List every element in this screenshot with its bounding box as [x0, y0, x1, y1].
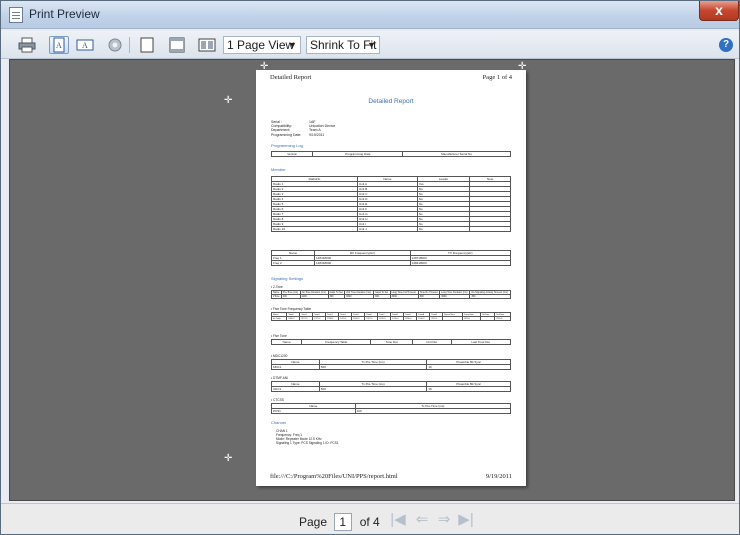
page-count: of 4 [359, 515, 380, 529]
last-page-button[interactable]: ▶| [455, 511, 477, 529]
header-footer-icon [169, 37, 185, 53]
multi-page-icon [198, 38, 216, 52]
member-table: RadioNo Name Leader Note Radio 1 Unit A Ye… [270, 176, 511, 232]
table-header-row: Name Pre-Time (ms) 1st Tone Duration (ms) G… [271, 290, 511, 295]
table-row: UDC1 500 16 [271, 386, 511, 392]
table-row: Freq 2 148418000 148418000 [270, 260, 512, 266]
table-row: Ea Table 1060.0 1197.0 1275.0 1358.0 1441.0 15… [270, 316, 511, 321]
table-header-row: Name Frequency Table Tone Dur Unit Dur Last … [270, 339, 512, 345]
page-number-input[interactable]: 1 [334, 513, 353, 531]
first-page-icon: |◀ [390, 511, 406, 528]
first-page-button[interactable]: |◀ [387, 511, 409, 529]
page-header-title: Detailed Report [270, 74, 312, 81]
arrow-right-icon: ⇒ [437, 511, 451, 528]
info-row: Programming Date: 9/19/2011 [271, 132, 325, 137]
section-programming-log: Programming Log [271, 143, 303, 148]
svg-text:A: A [56, 41, 62, 50]
chevron-down-icon: ▼ [288, 40, 297, 50]
toolbar: A A 1 Page View ▼ Shrink To Fit ▼ ? [1, 31, 739, 59]
close-button[interactable]: x [699, 1, 739, 21]
report-title: Detailed Report [368, 98, 414, 105]
channel-line: Signaling 1 Type: PCS Signaling 1 ID: PC… [276, 441, 339, 445]
bullet-dtmf-ani: • DTMF ANI [271, 376, 288, 380]
zoom-select[interactable]: Shrink To Fit ▼ [306, 36, 380, 54]
two-tone-table: Name Pre-Time (ms) 1st Tone Duration (ms) G… [271, 290, 511, 299]
previous-page-button[interactable]: ⇐ [411, 511, 433, 529]
multi-page-button[interactable] [197, 36, 217, 54]
portrait-icon: A [53, 37, 65, 53]
landscape-button[interactable]: A [75, 36, 95, 54]
arrow-left-icon: ⇐ [415, 511, 429, 528]
table-row: Radio 10 Unit J No [270, 226, 511, 232]
full-page-icon [140, 37, 154, 53]
landscape-icon: A [76, 39, 94, 51]
bottom-margin-handle[interactable]: ✛ [224, 454, 232, 464]
toolbar-divider [129, 37, 130, 53]
page-setup-button[interactable] [105, 36, 125, 54]
last-page-icon: ▶| [458, 511, 474, 528]
page-footer-url: file:///C:/Program%20Files/UNI/PPS/repor… [270, 473, 398, 480]
help-icon[interactable]: ? [719, 38, 733, 52]
channel-details: CHAN 1 Frequency: Freq 1 Mode: Repeater … [276, 429, 339, 445]
section-member: Member [271, 167, 286, 172]
page-view-value: 1 Page View [227, 38, 295, 52]
next-page-button[interactable]: ⇒ [433, 511, 455, 529]
frequency-table: Name RX Frequency(Hz) TX Frequency(Hz) F… [270, 250, 512, 266]
table-header-row: Version Programming Date Manufacturer Se… [270, 151, 511, 157]
gear-icon [108, 38, 122, 52]
window-title: Print Preview [29, 7, 100, 21]
preview-page: Detailed Report Page 1 of 4 Detailed Rep… [256, 70, 526, 486]
full-page-button[interactable] [137, 36, 157, 54]
page-view-select[interactable]: 1 Page View ▼ [223, 36, 301, 54]
programming-log-table: Version Programming Date Manufacturer Se… [270, 151, 511, 157]
page-header-number: Page 1 of 4 [482, 74, 512, 81]
document-icon [9, 7, 23, 23]
print-preview-window: Print Preview x A A 1 Page View ▼ Shrink… [0, 0, 740, 535]
bullet-mdc1200: • MDC1200 [271, 354, 288, 358]
page-label: Page [299, 515, 328, 529]
title-bar: Print Preview x [1, 1, 739, 29]
bullet-two-tone: • 2-Tone [271, 285, 283, 289]
bullet-ctcss: • CTCSS [271, 398, 284, 402]
ctcss-table: Name Tx Pre-Time (ms) PCS1 100 [271, 403, 512, 414]
dtmf-ani-table: Name Tx Pre-Time (ms) Preamble Bit Sync UD… [271, 381, 511, 392]
bullet-five-tone: • Five Tone [271, 334, 287, 338]
page-footer-date: 9/19/2011 [485, 473, 512, 480]
preview-area[interactable]: ✛ ✛ ✛ ✛ Detailed Report Page 1 of 4 Deta… [9, 59, 735, 501]
page-navigator: Page 1 of 4 [299, 513, 380, 531]
table-row: PCS1 100 [271, 408, 512, 414]
svg-text:A: A [82, 41, 88, 50]
top-margin-handle[interactable]: ✛ [224, 96, 232, 106]
print-button[interactable] [17, 36, 37, 54]
chevron-down-icon: ▼ [367, 40, 376, 50]
section-signaling: Signaling Settings [271, 276, 304, 281]
table-row: MDC1 500 16 [271, 364, 511, 370]
mdc1200-table: Name Tx Pre-Time (ms) Preamble Bit Sync MD… [271, 359, 511, 370]
section-channel: Channel [271, 420, 286, 425]
five-tone-frequency-table: Name Tone0 Tone1 Tone2 Tone3 Tone4 Tone5 Tone6 T… [270, 312, 511, 321]
five-tone-table: Name Frequency Table Tone Dur Unit Dur Last … [270, 339, 512, 345]
status-bar: Page 1 of 4 |◀ ⇐ ⇒ ▶| [1, 503, 739, 534]
portrait-button[interactable]: A [49, 36, 69, 54]
table-row: 2Tone 300 1100 300 3000 300 3000 300 3000 300 [271, 294, 511, 299]
printer-icon [18, 37, 36, 53]
report-info: Serial :1AF Compatibility: Unication Devi… [271, 120, 335, 137]
bullet-five-tone-frequency: • Five Tone Frequency Table [271, 307, 312, 311]
header-footer-button[interactable] [167, 36, 187, 54]
